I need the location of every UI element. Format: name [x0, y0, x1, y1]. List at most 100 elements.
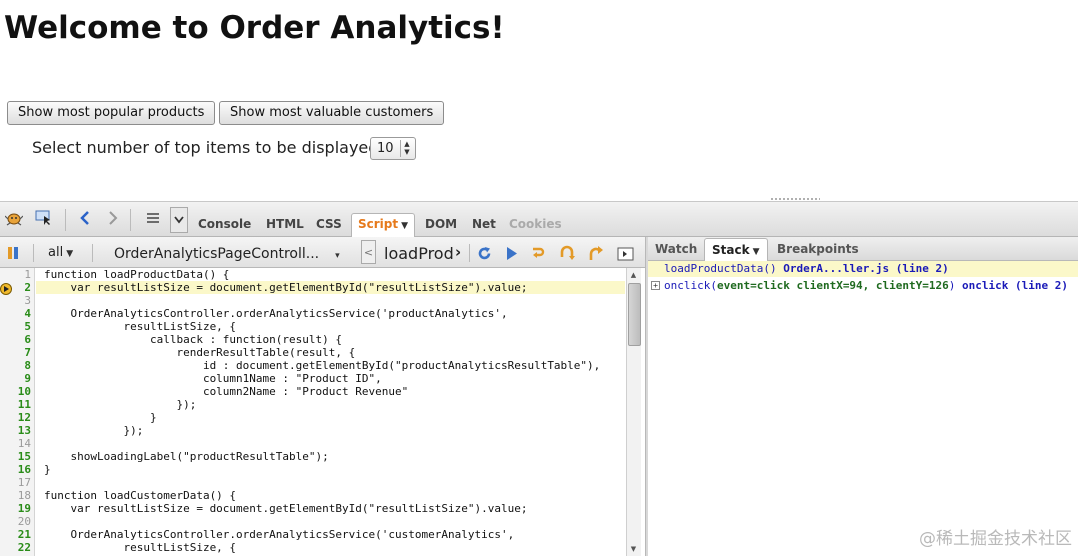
side-panel-tabs: Watch Stack ▼ Breakpoints	[648, 237, 1078, 261]
line-number[interactable]: 7	[0, 346, 31, 359]
tab-stack-label: Stack	[712, 243, 750, 257]
tab-watch[interactable]: Watch	[655, 242, 697, 256]
line-number[interactable]: 21	[0, 528, 31, 541]
tab-dom[interactable]: DOM	[425, 217, 457, 231]
code-line: callback : function(result) {	[44, 333, 343, 346]
top-items-label: Select number of top items to be display…	[32, 138, 379, 157]
scroll-down-icon[interactable]: ▼	[627, 543, 640, 555]
line-number[interactable]: 15	[0, 450, 31, 463]
line-number[interactable]: 5	[0, 320, 31, 333]
forward-icon[interactable]	[103, 210, 123, 230]
tab-stack[interactable]: Stack ▼	[704, 238, 768, 261]
filter-select[interactable]: all ▼	[48, 245, 73, 260]
scroll-up-icon[interactable]: ▲	[627, 269, 640, 281]
script-toolbar: all ▼ OrderAnalyticsPageControll... ▾ < lo…	[0, 237, 645, 268]
scrollbar-thumb[interactable]	[628, 283, 641, 346]
back-icon[interactable]	[75, 210, 95, 230]
line-number[interactable]: 4	[0, 307, 31, 320]
stack-arguments: event=click clientX=94, clientY=126	[716, 279, 949, 292]
line-number[interactable]: 14	[0, 437, 31, 450]
top-items-value: 10	[377, 141, 394, 156]
script-file-name: OrderAnalyticsPageControll...	[114, 246, 320, 262]
line-number[interactable]: 6	[0, 333, 31, 346]
code-scrollbar[interactable]: ▲ ▼	[626, 268, 641, 556]
tab-css[interactable]: CSS	[316, 217, 342, 231]
step-over-icon[interactable]	[530, 245, 548, 266]
code-line: column2Name : "Product Revenue"	[44, 385, 409, 398]
function-breadcrumb[interactable]: loadProd	[384, 244, 454, 263]
dropdown-icon[interactable]	[170, 207, 188, 233]
spinner-arrows-icon[interactable]: ▲ ▼	[400, 140, 413, 157]
line-number[interactable]: 8	[0, 359, 31, 372]
line-number[interactable]: 16	[0, 463, 31, 476]
tab-console[interactable]: Console	[198, 217, 251, 231]
code-line: var resultListSize = document.getElement…	[36, 281, 625, 294]
toolbar-separator	[92, 244, 93, 262]
expand-icon[interactable]: +	[651, 281, 660, 290]
line-number[interactable]: 10	[0, 385, 31, 398]
stack-frame[interactable]: + onclick(event=click clientX=94, client…	[648, 278, 1078, 294]
line-number[interactable]: 1	[0, 268, 31, 281]
filter-value: all	[48, 245, 64, 260]
breakpoint-icon[interactable]	[0, 283, 12, 295]
stack-source-link[interactable]: OrderA...ller.js (line 2)	[783, 262, 949, 275]
line-number[interactable]: 3	[0, 294, 31, 307]
toolbar-separator	[33, 244, 34, 262]
code-line: showLoadingLabel("productResultTable");	[44, 450, 329, 463]
code-line: });	[44, 424, 144, 437]
tab-breakpoints[interactable]: Breakpoints	[777, 242, 859, 256]
code-view: function loadProductData() { var resultL…	[36, 268, 625, 556]
toolbar-separator	[130, 209, 131, 231]
line-number[interactable]: 9	[0, 372, 31, 385]
tab-net[interactable]: Net	[472, 217, 496, 231]
script-file-select[interactable]: OrderAnalyticsPageControll... ▾	[114, 246, 340, 262]
watermark: @稀土掘金技术社区	[919, 529, 1072, 549]
code-line: column1Name : "Product ID",	[44, 372, 382, 385]
code-line: OrderAnalyticsController.orderAnalyticsS…	[44, 528, 515, 541]
breadcrumb-right-icon[interactable]: ›	[455, 243, 461, 261]
step-out-icon[interactable]	[587, 245, 605, 266]
rerun-icon[interactable]	[476, 245, 493, 266]
inspect-icon[interactable]	[34, 210, 54, 230]
show-popular-products-button[interactable]: Show most popular products	[7, 101, 216, 125]
code-line: }	[44, 411, 157, 424]
breadcrumb-left-icon[interactable]: <	[361, 240, 376, 264]
firebug-toolbar: Console HTML CSS Script ▼ DOM Net Cookies	[0, 201, 1078, 237]
stack-frame[interactable]: loadProductData() OrderA...ller.js (line…	[648, 261, 1078, 277]
firebug-icon[interactable]	[4, 210, 24, 230]
chevron-down-icon: ▾	[335, 251, 340, 261]
chevron-down-icon: ▼	[66, 249, 74, 259]
line-number[interactable]: 13	[0, 424, 31, 437]
step-into-icon[interactable]	[558, 245, 576, 266]
page-title: Welcome to Order Analytics!	[4, 10, 505, 46]
tab-script-label: Script	[358, 217, 399, 231]
code-line: id : document.getElementById("productAna…	[44, 359, 601, 372]
line-number[interactable]: 17	[0, 476, 31, 489]
chevron-down-icon: ▼	[752, 247, 760, 257]
toolbar-separator	[65, 209, 66, 231]
menu-icon[interactable]	[143, 210, 163, 230]
code-line: function loadCustomerData() {	[44, 489, 237, 502]
pause-icon[interactable]	[6, 245, 22, 265]
tab-script[interactable]: Script ▼	[351, 213, 416, 237]
line-number[interactable]: 11	[0, 398, 31, 411]
code-line: });	[44, 398, 197, 411]
line-number[interactable]: 22	[0, 541, 31, 554]
stack-source-link[interactable]: onclick (line 2)	[962, 279, 1068, 292]
code-line: }	[44, 463, 51, 476]
tab-cookies: Cookies	[509, 217, 562, 231]
show-valuable-customers-button[interactable]: Show most valuable customers	[219, 101, 445, 125]
line-number[interactable]: 19	[0, 502, 31, 515]
tab-html[interactable]: HTML	[266, 217, 304, 231]
line-number[interactable]: 18	[0, 489, 31, 502]
line-number[interactable]: 12	[0, 411, 31, 424]
continue-icon[interactable]	[505, 246, 519, 265]
top-items-select[interactable]: 10 ▲ ▼	[370, 137, 416, 160]
toggle-panel-icon[interactable]	[617, 246, 634, 265]
code-line: var resultListSize = document.getElement…	[44, 502, 528, 515]
line-number[interactable]: 20	[0, 515, 31, 528]
